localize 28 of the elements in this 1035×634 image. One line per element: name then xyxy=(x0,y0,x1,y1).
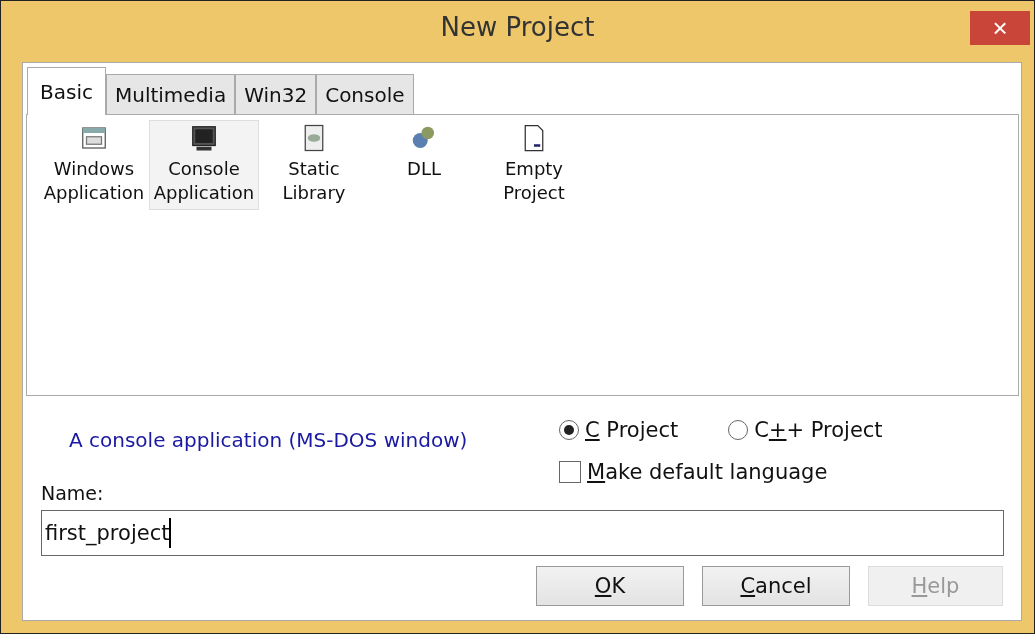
template-item[interactable]: DLL xyxy=(369,120,479,186)
tab[interactable]: Multimedia xyxy=(105,74,236,114)
window-title: New Project xyxy=(440,11,595,42)
template-item[interactable]: Empty Project xyxy=(479,120,589,210)
description-text: A console application (MS-DOS window) xyxy=(68,428,469,452)
template-label: Static Library xyxy=(282,157,346,205)
template-label: Windows Application xyxy=(43,157,145,205)
name-field[interactable]: first_project xyxy=(41,510,1004,556)
close-button[interactable]: × xyxy=(970,11,1030,45)
default-language-checkbox[interactable]: Make default language xyxy=(559,460,883,484)
language-radio[interactable]: C++ Project xyxy=(728,418,883,442)
checkbox-label: Make default language xyxy=(587,460,828,484)
template-label: DLL xyxy=(407,157,441,181)
tab[interactable]: Basic xyxy=(27,67,106,115)
language-radio[interactable]: C Project xyxy=(559,418,679,442)
template-label: Console Application xyxy=(153,157,255,205)
name-label: Name: xyxy=(41,482,105,504)
tab[interactable]: Win32 xyxy=(235,74,317,114)
template-item[interactable]: Console Application xyxy=(149,120,259,210)
template-item[interactable]: Static Library xyxy=(259,120,369,210)
radio-label: C++ Project xyxy=(754,418,883,442)
template-item[interactable]: Windows Application xyxy=(39,120,149,210)
dialog-button[interactable]: OK xyxy=(536,566,684,606)
radio-label: C Project xyxy=(585,418,679,442)
monitor-icon xyxy=(189,123,219,153)
tab[interactable]: Console xyxy=(316,74,414,114)
dialog-button[interactable]: Cancel xyxy=(702,566,850,606)
template-label: Empty Project xyxy=(503,157,565,205)
